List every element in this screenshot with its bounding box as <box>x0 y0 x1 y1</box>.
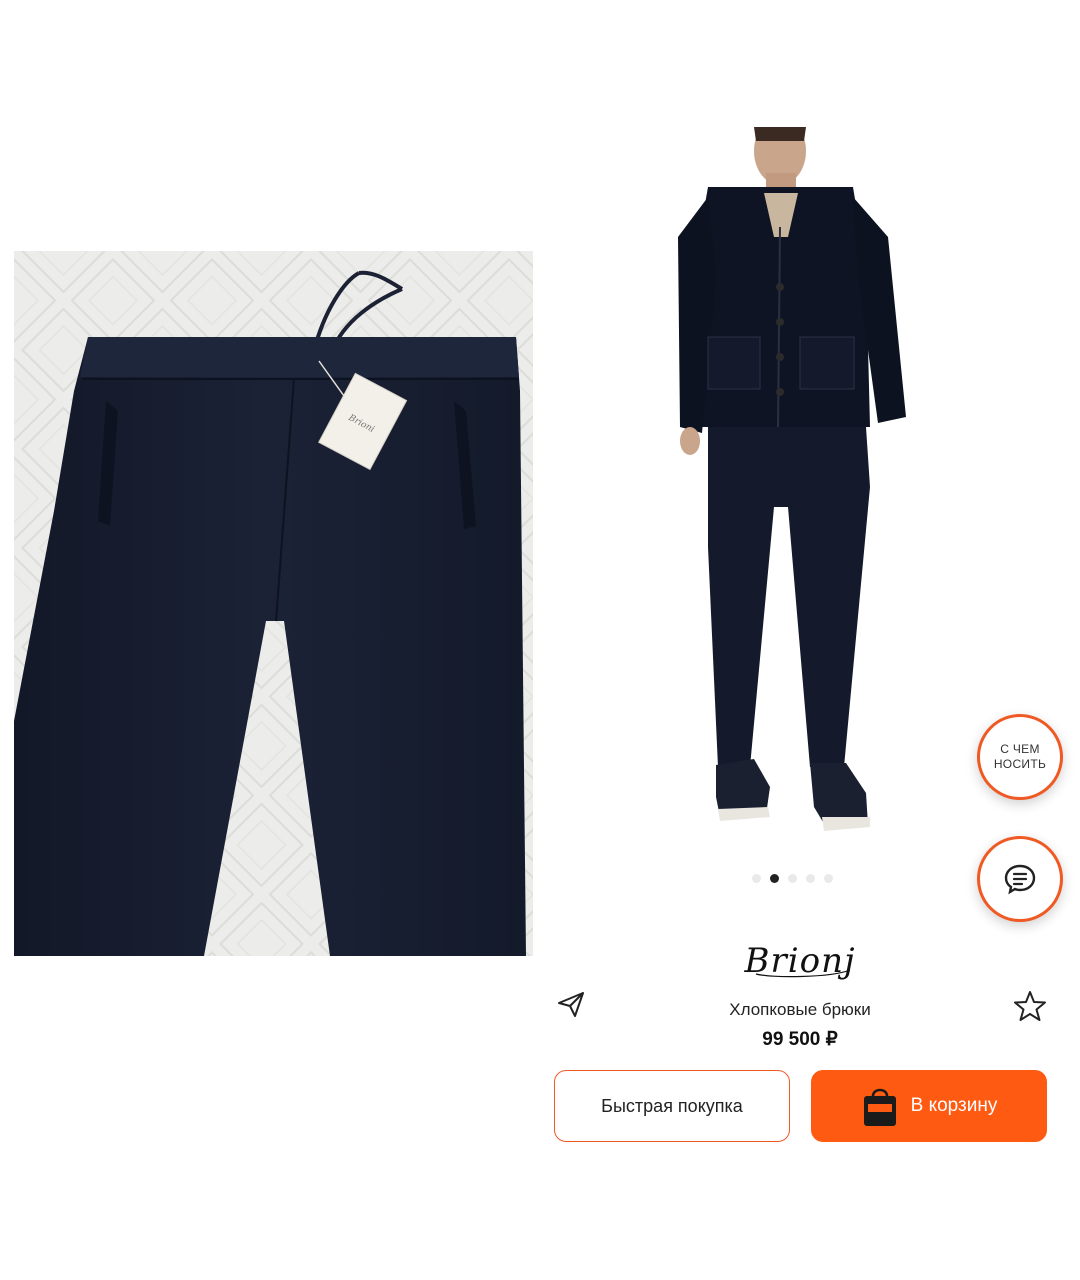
quick-buy-button[interactable]: Быстрая покупка <box>554 1070 790 1142</box>
gallery-dot[interactable] <box>752 874 761 883</box>
wear-with-label: С ЧЕМ НОСИТЬ <box>993 742 1047 771</box>
chat-button[interactable] <box>977 836 1063 922</box>
paper-plane-icon[interactable] <box>556 989 586 1019</box>
shopping-bag-icon <box>863 1088 896 1126</box>
product-name: Хлопковые брюки <box>729 1000 871 1019</box>
star-outline-icon[interactable] <box>1013 990 1047 1022</box>
chat-bubble-icon <box>1004 864 1036 895</box>
brand-logo[interactable]: Brionj <box>700 930 900 986</box>
flatlay-photo: Brioni <box>14 251 533 956</box>
gallery-dot[interactable] <box>806 874 815 883</box>
add-to-cart-label: В корзину <box>910 1095 998 1116</box>
gallery-dot[interactable] <box>824 874 833 883</box>
add-to-cart-button[interactable]: В корзину <box>811 1070 1047 1142</box>
wear-with-button[interactable]: С ЧЕМ НОСИТЬ <box>977 714 1063 800</box>
gallery-dot[interactable] <box>788 874 797 883</box>
product-model-photo[interactable] <box>548 117 1048 847</box>
product-price: 99 500 ₽ <box>762 1029 838 1050</box>
quick-buy-label: Быстрая покупка <box>601 1095 743 1116</box>
gallery-dot-active[interactable] <box>770 874 779 883</box>
gallery-dots <box>752 874 833 883</box>
